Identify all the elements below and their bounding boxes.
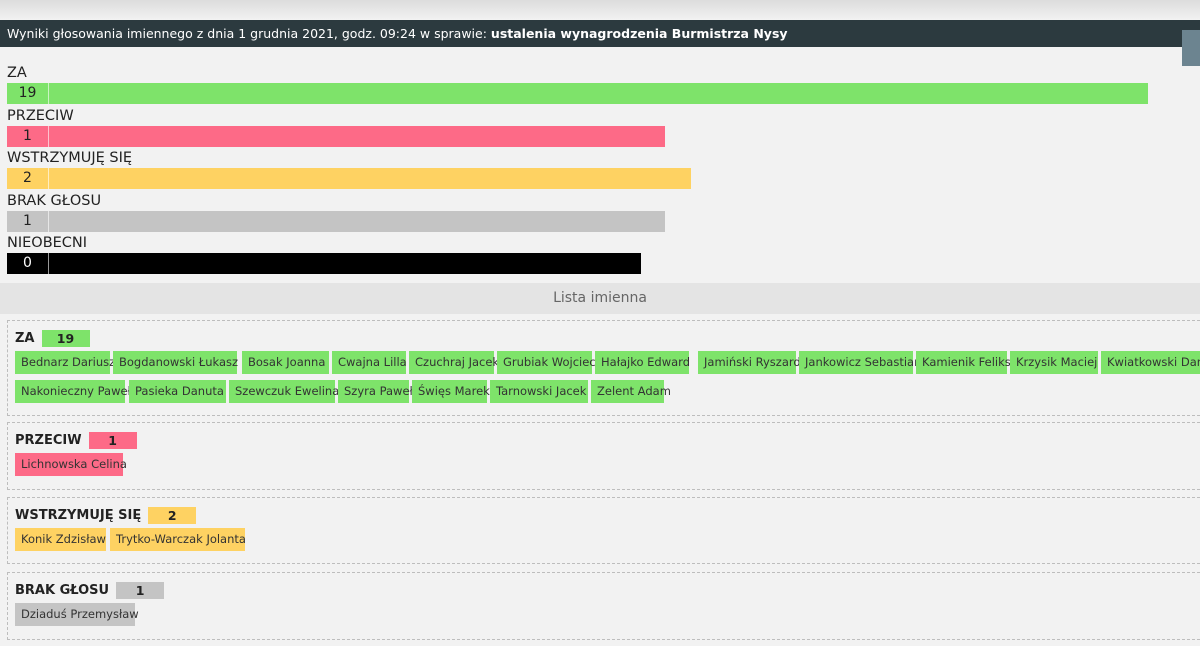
- member-chip: Trytko-Warczak Jolanta: [110, 528, 246, 551]
- member-chip: Grubiak Wojciech: [497, 351, 603, 374]
- named-list-title: Lista imienna: [0, 283, 1200, 314]
- summary-label: BRAK GŁOSU: [7, 192, 102, 209]
- header-subject: ustalenia wynagrodzenia Burmistrza Nysy: [490, 26, 788, 41]
- summary-bar: 0: [7, 253, 641, 274]
- group-heading: WSTRZYMUJĘ SIĘ 2: [15, 507, 197, 524]
- member-chip: Konik Zdzisław: [15, 528, 106, 551]
- member-chip: Jamiński Ryszard: [698, 351, 801, 374]
- top-shadow: [0, 0, 1200, 20]
- summary-count: 1: [7, 210, 49, 232]
- member-chip: Pasieka Danuta: [129, 380, 226, 403]
- scrollbar-thumb[interactable]: [1182, 30, 1200, 66]
- member-chip: Bednarz Dariusz: [15, 351, 115, 374]
- results-header: Wyniki głosowania imiennego z dnia 1 gru…: [0, 20, 1200, 47]
- group-count-badge: 19: [41, 330, 90, 347]
- summary-row-wstrzymuje: WSTRZYMUJĘ SIĘ 2: [7, 149, 1187, 192]
- member-chip: Jankowicz Sebastian: [799, 351, 921, 374]
- summary-count: 19: [7, 83, 49, 104]
- summary-row-nieobecni: NIEOBECNI 0: [7, 234, 1187, 277]
- group-count-badge: 2: [148, 507, 197, 524]
- summary-bar: 2: [7, 168, 692, 189]
- member-chip: Szewczuk Ewelina: [229, 380, 339, 403]
- member-chip: Tarnowski Jacek: [490, 380, 588, 403]
- summary-bar: 19: [7, 83, 1149, 104]
- vote-group-za: ZA 19 Bednarz Dariusz Bogdanowski Łukasz Bos…: [7, 320, 1200, 416]
- summary-row-przeciw: PRZECIW 1: [7, 107, 1187, 150]
- group-heading: ZA 19: [15, 330, 90, 347]
- summary-count: 2: [7, 168, 49, 189]
- summary-bar: 1: [7, 125, 666, 147]
- vote-group-wstrzymuję-się: WSTRZYMUJĘ SIĘ 2 Konik Zdzisław Trytko-Warc…: [7, 497, 1200, 564]
- member-chip: Szyra Paweł: [338, 380, 413, 403]
- member-chip: Cwajna Lilla: [332, 351, 407, 374]
- summary-label: PRZECIW: [7, 107, 74, 124]
- member-chip: Zelent Adam: [591, 380, 671, 403]
- member-chip: Czuchraj Jacek: [409, 351, 499, 374]
- member-chip: Dziaduś Przemysław: [15, 603, 139, 626]
- group-label: ZA: [15, 331, 35, 346]
- summary-row-za: ZA 19: [7, 64, 1187, 107]
- summary-bar: 1: [7, 210, 666, 232]
- group-label: BRAK GŁOSU: [15, 583, 110, 598]
- member-chip: Hałajko Edward: [595, 351, 690, 374]
- member-chip: Kwiatkowski Damian: [1101, 351, 1200, 374]
- summary-label: NIEOBECNI: [7, 235, 88, 251]
- group-label: PRZECIW: [15, 433, 82, 448]
- group-heading: BRAK GŁOSU 1: [15, 582, 165, 599]
- member-chip: Kamienik Feliks: [916, 351, 1011, 374]
- member-chip: Lichnowska Celina: [15, 453, 127, 476]
- summary-row-brak-glosu: BRAK GŁOSU 1: [7, 192, 1187, 235]
- vote-group-przeciw: PRZECIW 1 Lichnowska Celina: [7, 422, 1200, 490]
- group-heading: PRZECIW 1: [15, 432, 137, 449]
- group-count-badge: 1: [88, 432, 137, 449]
- header-prefix: Wyniki głosowania imiennego z dnia 1 gru…: [7, 26, 487, 41]
- summary-label: WSTRZYMUJĘ SIĘ: [7, 150, 133, 166]
- summary-bars: ZA 19 PRZECIW 1 WSTRZYMUJĘ SIĘ 2 BRAK GŁ…: [7, 64, 1187, 277]
- vote-group-brak-głosu: BRAK GŁOSU 1 Dziaduś Przemysław: [7, 572, 1200, 640]
- member-chip: Nakonieczny Paweł: [15, 380, 131, 403]
- summary-count: 0: [7, 253, 49, 274]
- member-chip: Święs Marek: [412, 380, 490, 403]
- group-label: WSTRZYMUJĘ SIĘ: [15, 508, 142, 523]
- member-chip: Bosak Joanna: [242, 351, 329, 374]
- summary-count: 1: [7, 125, 49, 147]
- group-count-badge: 1: [116, 582, 165, 599]
- summary-label: ZA: [7, 65, 27, 81]
- member-chip: Krzysik Maciej: [1010, 351, 1098, 374]
- member-chip: Bogdanowski Łukasz: [113, 351, 238, 374]
